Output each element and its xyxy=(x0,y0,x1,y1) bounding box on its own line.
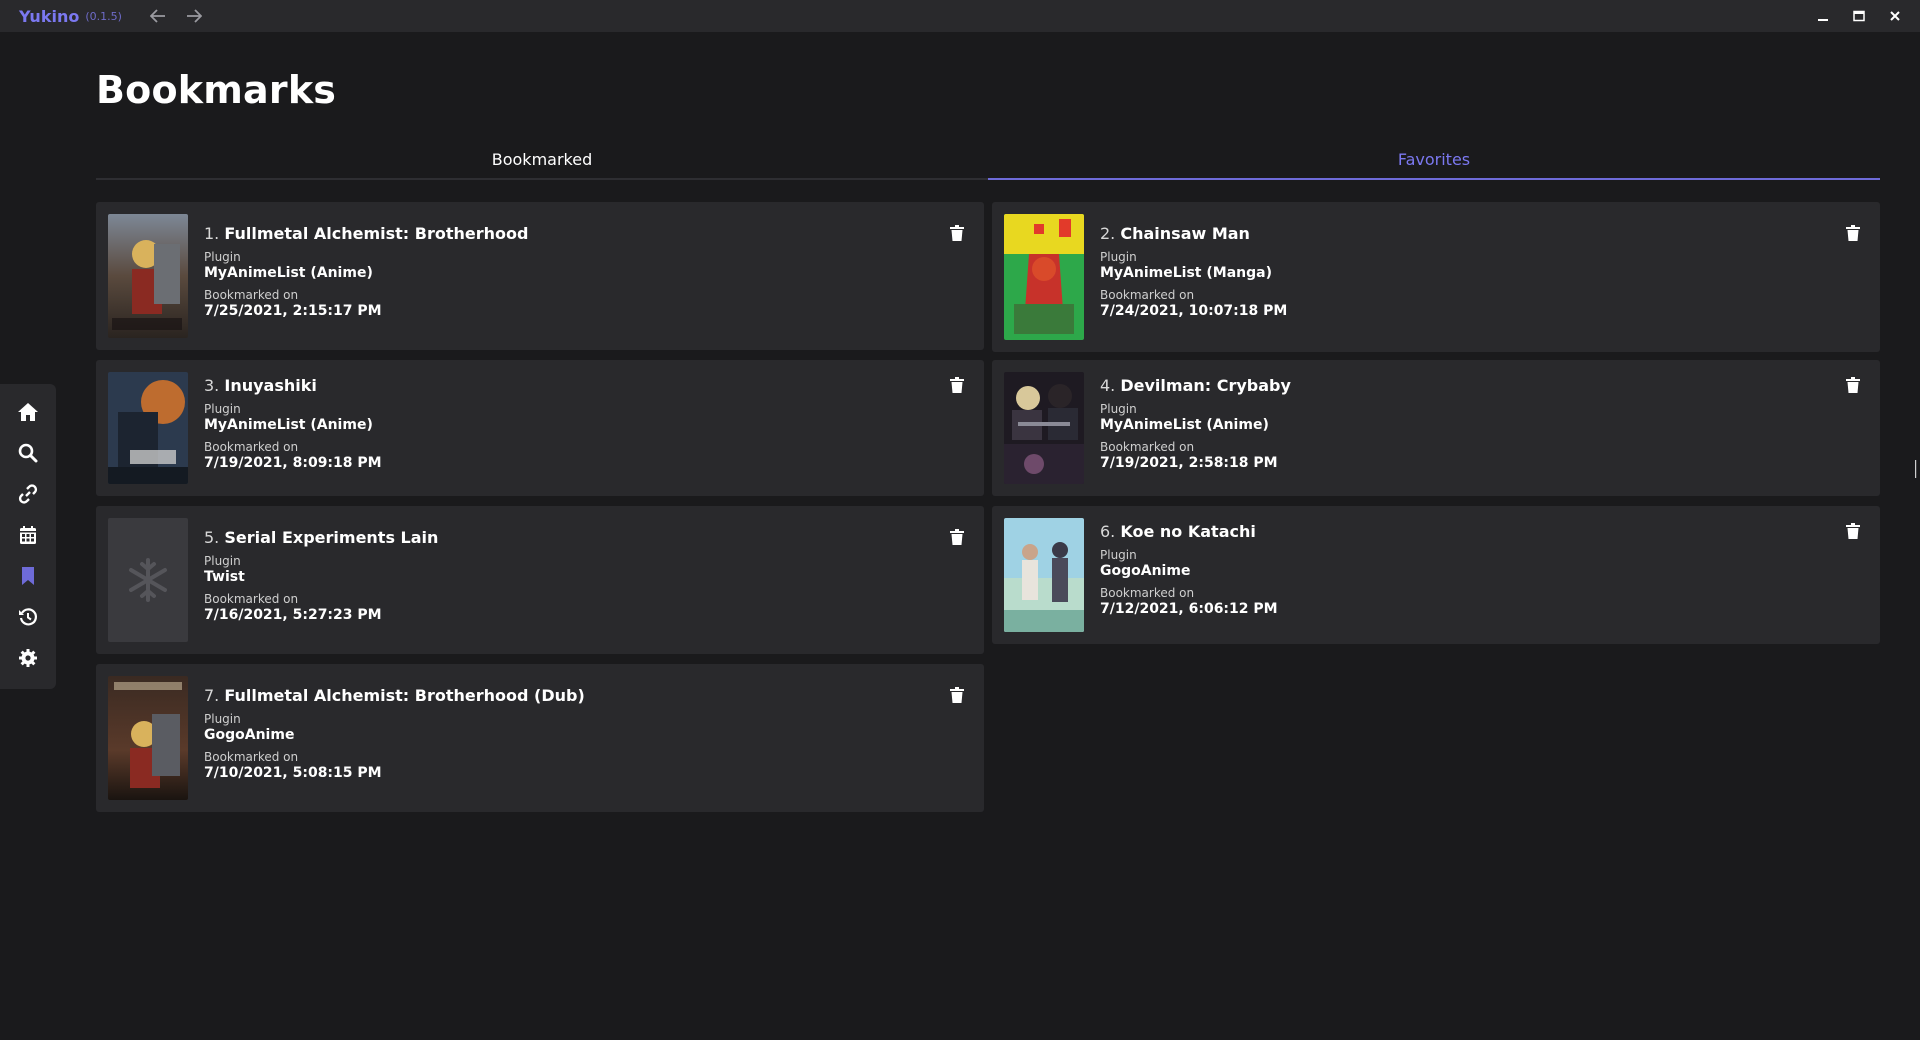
plugin-label: Plugin xyxy=(204,712,241,726)
cover-image xyxy=(1004,372,1084,484)
bookmarked-on-label: Bookmarked on xyxy=(1100,440,1195,454)
plugin-label: Plugin xyxy=(204,402,241,416)
close-icon[interactable] xyxy=(1884,5,1906,27)
plugin-value: MyAnimeList (Manga) xyxy=(1100,265,1272,281)
calendar-icon[interactable] xyxy=(14,523,42,546)
plugin-value: MyAnimeList (Anime) xyxy=(204,265,373,281)
text-cursor-icon xyxy=(1914,460,1917,478)
bookmarked-on-label: Bookmarked on xyxy=(1100,288,1195,302)
trash-icon[interactable] xyxy=(1844,376,1862,394)
forward-arrow-icon[interactable] xyxy=(184,6,204,26)
history-icon[interactable] xyxy=(14,605,42,628)
bookmark-title[interactable]: 1. Fullmetal Alchemist: Brotherhood xyxy=(204,224,528,244)
bookmarked-date: 7/25/2021, 2:15:17 PM xyxy=(204,303,382,319)
bookmark-card[interactable]: 4. Devilman: Crybaby Plugin MyAnimeList … xyxy=(992,360,1880,496)
bookmarked-on-label: Bookmarked on xyxy=(204,750,299,764)
plugin-value: MyAnimeList (Anime) xyxy=(1100,417,1269,433)
minimize-icon[interactable] xyxy=(1812,5,1834,27)
bookmark-title[interactable]: 3. Inuyashiki xyxy=(204,376,382,396)
bookmark-title[interactable]: 6. Koe no Katachi xyxy=(1100,522,1278,542)
tab-bookmarked[interactable]: Bookmarked xyxy=(96,142,988,180)
plugin-label: Plugin xyxy=(204,554,241,568)
bookmarked-on-label: Bookmarked on xyxy=(204,288,299,302)
plugin-label: Plugin xyxy=(1100,548,1137,562)
back-arrow-icon[interactable] xyxy=(148,6,168,26)
bookmarked-date: 7/24/2021, 10:07:18 PM xyxy=(1100,303,1288,319)
bookmark-card[interactable]: 7. Fullmetal Alchemist: Brotherhood (Dub… xyxy=(96,664,984,812)
bookmarked-date: 7/19/2021, 8:09:18 PM xyxy=(204,455,382,471)
cover-image xyxy=(108,676,188,800)
bookmark-card[interactable]: 1. Fullmetal Alchemist: Brotherhood Plug… xyxy=(96,202,984,350)
page-title: Bookmarks xyxy=(96,68,337,112)
placeholder-image xyxy=(108,518,188,642)
settings-icon[interactable] xyxy=(14,646,42,669)
trash-icon[interactable] xyxy=(948,376,966,394)
tab-favorites[interactable]: Favorites xyxy=(988,142,1880,180)
link-icon[interactable] xyxy=(14,482,42,505)
bookmarked-date: 7/16/2021, 5:27:23 PM xyxy=(204,607,382,623)
sidebar xyxy=(0,384,56,689)
trash-icon[interactable] xyxy=(948,224,966,242)
bookmarked-date: 7/10/2021, 5:08:15 PM xyxy=(204,765,382,781)
snowflake-icon xyxy=(129,558,167,602)
trash-icon[interactable] xyxy=(1844,224,1862,242)
plugin-value: GogoAnime xyxy=(1100,563,1191,579)
plugin-value: Twist xyxy=(204,569,245,585)
cover-image xyxy=(1004,518,1084,632)
title-bar: Yukino (0.1.5) xyxy=(0,0,1920,32)
cover-image xyxy=(108,372,188,484)
bookmarked-date: 7/12/2021, 6:06:12 PM xyxy=(1100,601,1278,617)
maximize-icon[interactable] xyxy=(1848,5,1870,27)
bookmarked-on-label: Bookmarked on xyxy=(204,440,299,454)
bookmark-title[interactable]: 7. Fullmetal Alchemist: Brotherhood (Dub… xyxy=(204,686,585,706)
bookmark-icon[interactable] xyxy=(14,564,42,587)
bookmark-title[interactable]: 2. Chainsaw Man xyxy=(1100,224,1287,244)
bookmark-card[interactable]: 2. Chainsaw Man Plugin MyAnimeList (Mang… xyxy=(992,202,1880,352)
plugin-value: MyAnimeList (Anime) xyxy=(204,417,373,433)
cover-image xyxy=(1004,214,1084,340)
main-content: Bookmarks Bookmarked Favorites 1. Fullme… xyxy=(96,32,1880,812)
bookmarked-on-label: Bookmarked on xyxy=(1100,586,1195,600)
trash-icon[interactable] xyxy=(948,686,966,704)
app-version: (0.1.5) xyxy=(85,9,122,23)
bookmarked-date: 7/19/2021, 2:58:18 PM xyxy=(1100,455,1278,471)
bookmark-card[interactable]: 3. Inuyashiki Plugin MyAnimeList (Anime)… xyxy=(96,360,984,496)
app-name: Yukino xyxy=(19,6,80,26)
home-icon[interactable] xyxy=(14,400,42,423)
trash-icon[interactable] xyxy=(948,528,966,546)
bookmark-title[interactable]: 5. Serial Experiments Lain xyxy=(204,528,438,548)
plugin-value: GogoAnime xyxy=(204,727,295,743)
bookmark-card[interactable]: 5. Serial Experiments Lain Plugin Twist … xyxy=(96,506,984,654)
bookmarked-on-label: Bookmarked on xyxy=(204,592,299,606)
search-icon[interactable] xyxy=(14,441,42,464)
plugin-label: Plugin xyxy=(1100,402,1137,416)
tab-bar: Bookmarked Favorites xyxy=(96,142,1880,180)
plugin-label: Plugin xyxy=(204,250,241,264)
bookmark-title[interactable]: 4. Devilman: Crybaby xyxy=(1100,376,1291,396)
bookmark-card[interactable]: 6. Koe no Katachi Plugin GogoAnime Bookm… xyxy=(992,506,1880,644)
cover-image xyxy=(108,214,188,338)
plugin-label: Plugin xyxy=(1100,250,1137,264)
window-controls xyxy=(1812,0,1906,32)
trash-icon[interactable] xyxy=(1844,522,1862,540)
